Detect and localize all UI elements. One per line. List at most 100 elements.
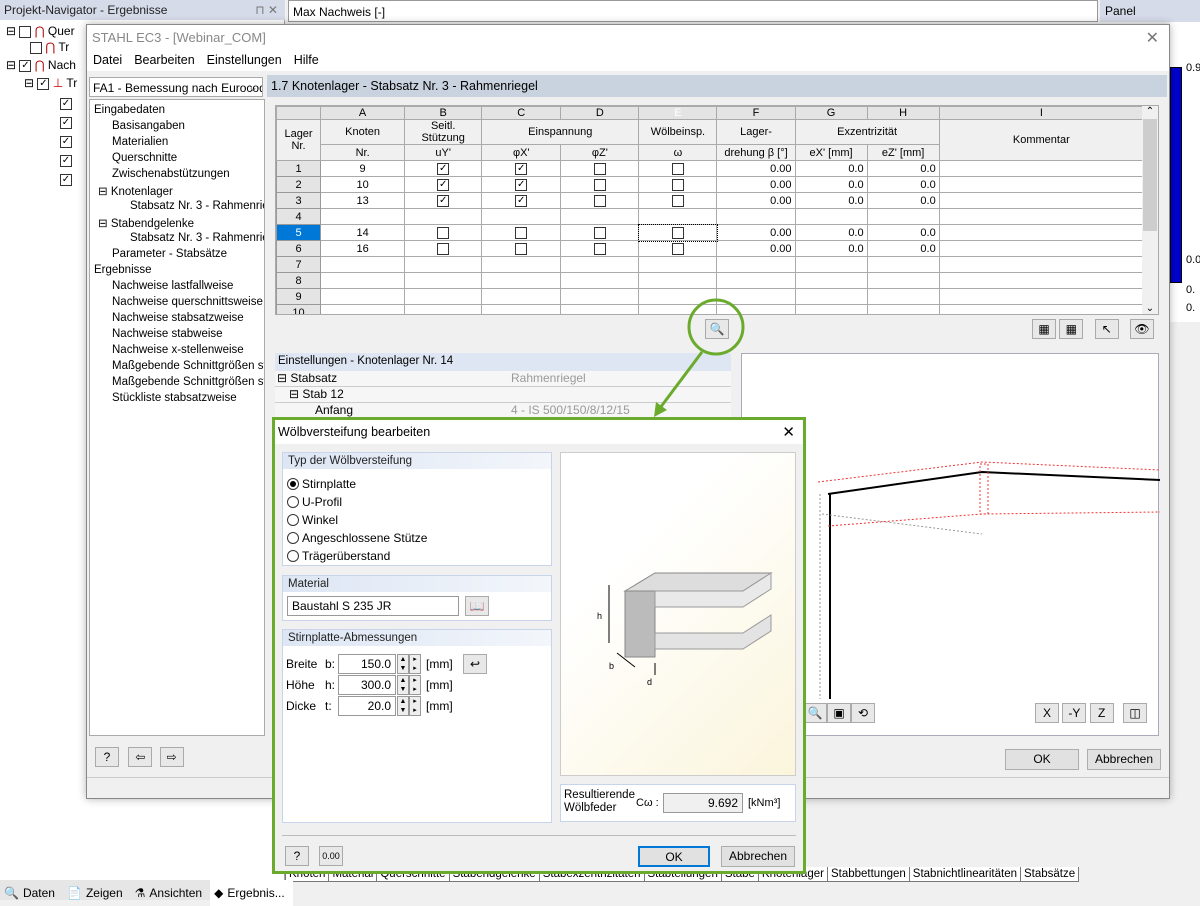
cancel-button[interactable]: Abbrechen bbox=[1087, 749, 1161, 770]
tab[interactable]: Stabnichtlinearitäten bbox=[908, 867, 1021, 882]
view-eye-icon[interactable]: 👁 bbox=[1130, 319, 1155, 339]
tab[interactable]: Stabbettungen bbox=[826, 867, 910, 882]
checkbox[interactable] bbox=[515, 226, 528, 239]
spin-step[interactable]: ▸ ▸ bbox=[409, 675, 421, 695]
design-case-select[interactable]: FA1 - Bemessung nach Eurocod ⌄ bbox=[89, 77, 263, 97]
tab-daten[interactable]: 🔍 Daten bbox=[0, 880, 63, 906]
dim-input[interactable]: 300.0 bbox=[338, 675, 396, 695]
nav-item[interactable]: ⊟ ✓ ⋂ Nach bbox=[6, 58, 76, 74]
checkbox[interactable] bbox=[593, 178, 606, 191]
nav-item[interactable]: ⋂ Tr bbox=[30, 40, 69, 56]
tree-item[interactable]: Ergebnisse bbox=[94, 264, 152, 280]
material-input[interactable]: Baustahl S 235 JR bbox=[287, 596, 459, 616]
checkbox[interactable] bbox=[671, 226, 684, 239]
checkbox[interactable]: ✓ bbox=[515, 194, 528, 207]
tree-item[interactable]: Nachweise x-stellenweise bbox=[112, 344, 244, 360]
collapse-icon[interactable]: ⊟ bbox=[98, 218, 111, 230]
radio-stirnplatte[interactable]: Stirnplatte bbox=[287, 477, 356, 491]
checkbox[interactable]: ✓ bbox=[515, 178, 528, 191]
tree-item[interactable]: Parameter - Stabsätze bbox=[112, 248, 227, 264]
checkbox[interactable]: ✓ bbox=[437, 178, 450, 191]
material-library-icon[interactable]: 📖 bbox=[465, 596, 489, 616]
nav-item[interactable]: ⊟ ✓ ⊥ Tr bbox=[24, 76, 77, 92]
display-icon[interactable]: ▣ bbox=[827, 703, 851, 723]
rotate-view-icon[interactable]: ⟲ bbox=[851, 703, 875, 723]
checkbox[interactable] bbox=[437, 226, 450, 239]
tree-item[interactable]: Eingabedaten bbox=[94, 104, 165, 120]
checkbox[interactable] bbox=[671, 242, 684, 255]
nav-item[interactable]: ⊟ ⋂ Quer bbox=[6, 24, 75, 40]
checkbox[interactable]: ✓ bbox=[515, 162, 528, 175]
tree-item-label: Zwischenabstützungen bbox=[112, 168, 230, 180]
spin-up-down[interactable]: ▲ ▼ bbox=[397, 696, 409, 716]
ok-button[interactable]: OK bbox=[1005, 749, 1079, 770]
checkbox[interactable]: ✓ bbox=[437, 194, 450, 207]
export-excel-icon[interactable]: ▦ bbox=[1032, 319, 1056, 339]
tab[interactable]: Stabsätze bbox=[1020, 867, 1080, 882]
tree-item[interactable]: Basisangaben bbox=[112, 120, 185, 136]
menu-hilfe[interactable]: Hilfe bbox=[288, 49, 325, 71]
help-button[interactable]: ? bbox=[95, 747, 119, 767]
tree-item[interactable]: Nachweise stabweise bbox=[112, 328, 223, 344]
import-excel-icon[interactable]: ▦ bbox=[1059, 319, 1084, 339]
tree-item[interactable]: Querschnitte bbox=[112, 152, 177, 168]
dim-input[interactable]: 150.0 bbox=[338, 654, 396, 674]
checkbox[interactable] bbox=[671, 162, 684, 175]
dim-input[interactable]: 20.0 bbox=[338, 696, 396, 716]
view-y-icon[interactable]: -Y bbox=[1062, 703, 1087, 723]
collapse-icon[interactable]: ⊟ bbox=[98, 186, 111, 198]
checkbox[interactable] bbox=[671, 194, 684, 207]
checkbox[interactable] bbox=[593, 194, 606, 207]
edit-stiffener-button[interactable]: 🔍 bbox=[705, 319, 729, 339]
radio-winkel[interactable]: Winkel bbox=[287, 513, 338, 527]
zoom-icon[interactable]: 🔍 bbox=[803, 703, 827, 723]
menu-bearbeiten[interactable]: Bearbeiten bbox=[128, 49, 200, 71]
menu-einstellungen[interactable]: Einstellungen bbox=[201, 49, 288, 71]
tab-zeigen[interactable]: 📄 Zeigen bbox=[63, 880, 131, 906]
checkbox[interactable] bbox=[437, 242, 450, 255]
spin-up-down[interactable]: ▲ ▼ bbox=[397, 654, 409, 674]
tree-item[interactable]: Stabsatz Nr. 3 - Rahmenriegel bbox=[130, 200, 264, 216]
checkbox[interactable] bbox=[671, 178, 684, 191]
ok-button[interactable]: OK bbox=[638, 846, 710, 867]
pick-node-icon[interactable]: ↖ bbox=[1094, 319, 1119, 339]
view-iso-icon[interactable]: ◫ bbox=[1123, 703, 1148, 723]
spin-up-down[interactable]: ▲ ▼ bbox=[397, 675, 409, 695]
tree-item[interactable]: Stabsatz Nr. 3 - Rahmenriegel bbox=[130, 232, 264, 248]
checkbox[interactable] bbox=[593, 242, 606, 255]
view-z-icon[interactable]: Z bbox=[1089, 703, 1114, 723]
radio-u-profil[interactable]: U-Profil bbox=[287, 495, 342, 509]
checkbox[interactable] bbox=[593, 162, 606, 175]
tab-ergebnisse[interactable]: ◆ Ergebnis... bbox=[210, 880, 293, 906]
tree-item[interactable]: Zwischenabstützungen bbox=[112, 168, 230, 184]
menu-datei[interactable]: Datei bbox=[87, 49, 128, 71]
tree-item[interactable]: Materialien bbox=[112, 136, 168, 152]
tab-ansichten[interactable]: ⚗ Ansichten bbox=[131, 880, 210, 906]
close-icon[interactable]: ✕ bbox=[1146, 28, 1159, 48]
checkbox[interactable] bbox=[515, 242, 528, 255]
prev-button[interactable]: ⇦ bbox=[128, 747, 153, 767]
calculator-icon[interactable]: 0.00 bbox=[319, 846, 343, 866]
radio-traegerueberstand[interactable]: Trägerüberstand bbox=[287, 549, 390, 563]
spin-step[interactable]: ▸ ▸ bbox=[409, 696, 421, 716]
tree-item[interactable]: Nachweise querschnittsweise bbox=[112, 296, 263, 312]
close-icon[interactable]: ✕ bbox=[782, 423, 795, 441]
tree-item[interactable]: Maßgebende Schnittgrößen stabweise bbox=[112, 360, 264, 376]
checkbox[interactable] bbox=[593, 226, 606, 239]
tree-item[interactable]: Nachweise lastfallweise bbox=[112, 280, 233, 296]
tree-item[interactable]: ⊟ Stabendgelenke bbox=[98, 216, 194, 232]
pin-close-icons[interactable]: ⊓ ✕ bbox=[255, 3, 278, 17]
tree-item[interactable]: Nachweise stabsatzweise bbox=[112, 312, 244, 328]
tree-item[interactable]: Stückliste stabsatzweise bbox=[112, 392, 237, 408]
tree-item[interactable]: ⊟ Knotenlager bbox=[98, 184, 173, 200]
checkbox[interactable]: ✓ bbox=[437, 162, 450, 175]
tree-item[interactable]: Maßgebende Schnittgrößen stabsatzweise bbox=[112, 376, 264, 392]
radio-angeschlossene-stuetze[interactable]: Angeschlossene Stütze bbox=[287, 531, 427, 545]
scrollbar[interactable]: ⌃ ⌄ bbox=[1142, 106, 1158, 314]
next-button[interactable]: ⇨ bbox=[159, 747, 184, 767]
help-button[interactable]: ? bbox=[285, 846, 309, 866]
spin-step[interactable]: ▸ ▸ bbox=[409, 654, 421, 674]
cancel-button[interactable]: Abbrechen bbox=[721, 846, 795, 867]
transfer-icon[interactable]: ↩ bbox=[463, 654, 487, 674]
view-x-icon[interactable]: X bbox=[1035, 703, 1059, 723]
